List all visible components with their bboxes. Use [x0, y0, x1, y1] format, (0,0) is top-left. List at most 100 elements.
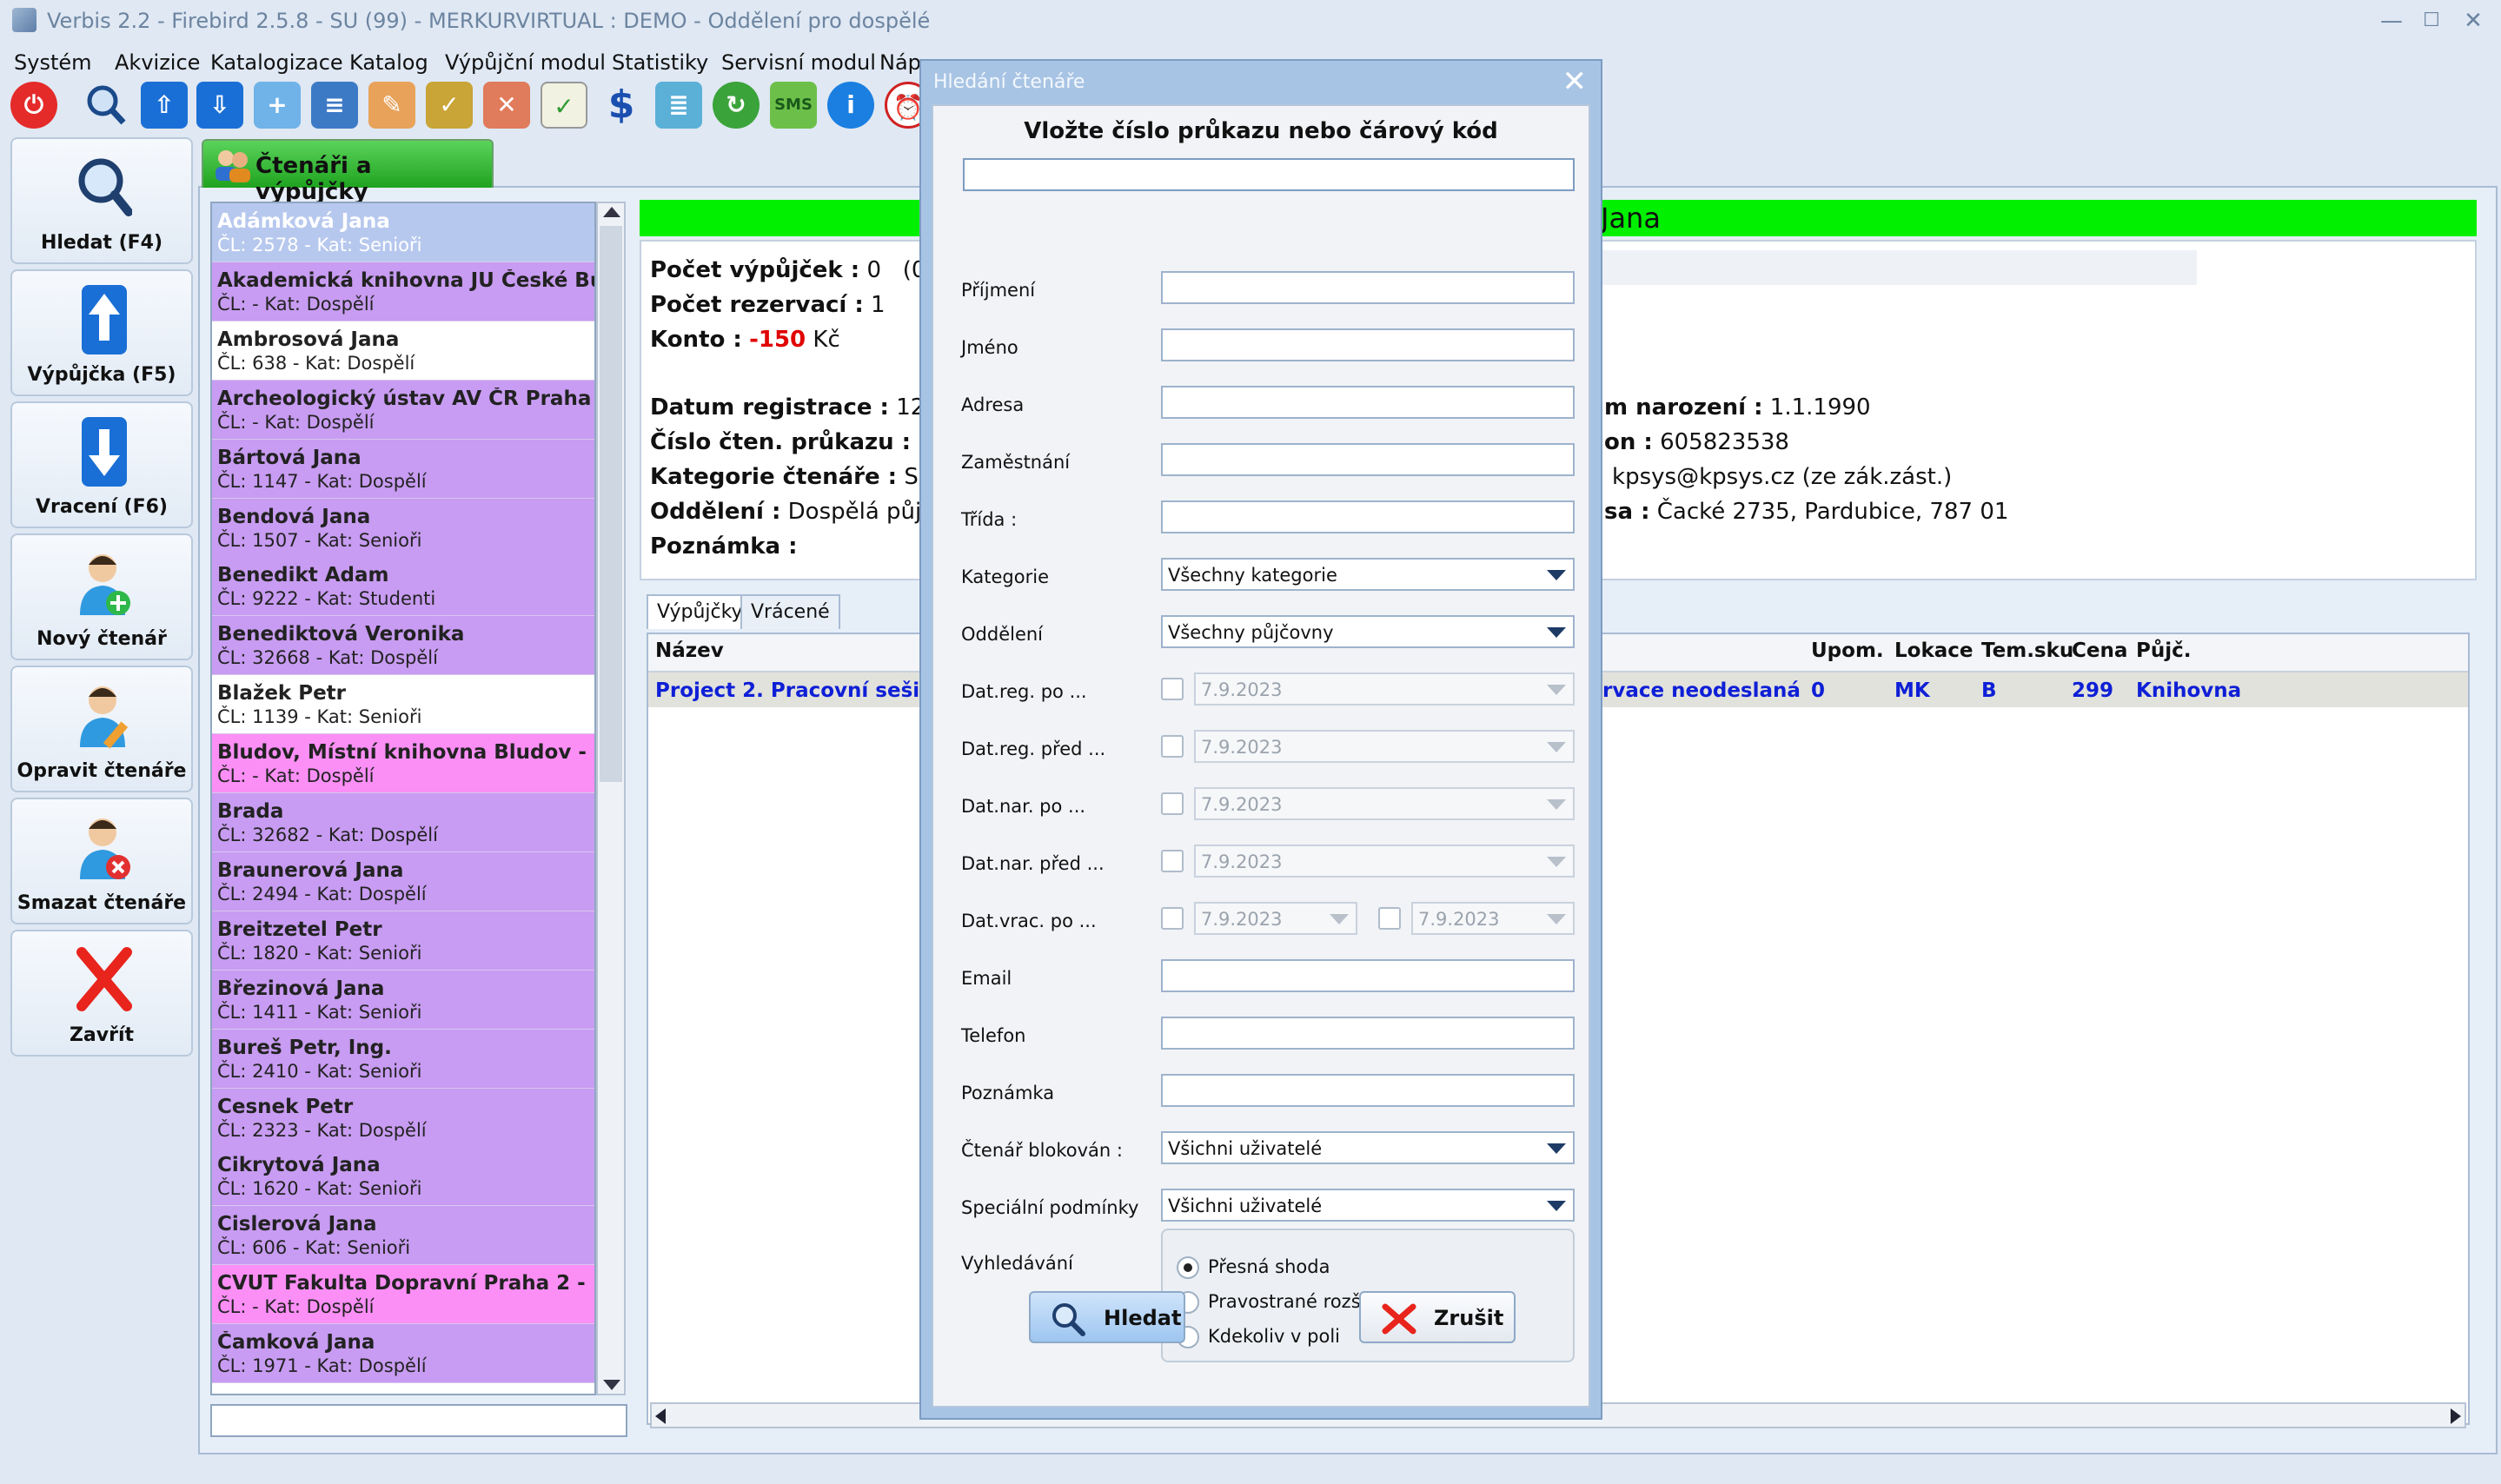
col-upom[interactable]: Upom.: [1811, 639, 1884, 662]
menu-katalog[interactable]: Katalog: [349, 50, 428, 75]
search-icon[interactable]: [82, 82, 129, 129]
radio-exact[interactable]: [1177, 1256, 1199, 1279]
maximize-icon[interactable]: ☐: [2414, 5, 2449, 36]
list-money-icon[interactable]: ≣: [655, 82, 702, 129]
delete-reader-button[interactable]: Smazat čtenáře: [10, 798, 193, 924]
menu-vypujcni-modul[interactable]: Výpůjční modul: [445, 50, 606, 75]
checkbox-icon[interactable]: ✓: [541, 82, 587, 129]
scroll-up-icon[interactable]: [603, 207, 620, 217]
menu-servisni-modul[interactable]: Servisní modul: [721, 50, 876, 75]
col-tem-sku[interactable]: Tem.sku: [1981, 639, 2073, 662]
list-item[interactable]: Březinová Jana ČL: 1411 - Kat: Senioři: [212, 970, 594, 1030]
menu-system[interactable]: Systém: [14, 50, 92, 75]
search-button[interactable]: Hledat (F4): [10, 137, 193, 264]
edit-reader-button[interactable]: Opravit čtenáře: [10, 666, 193, 792]
add-list-icon[interactable]: ≡: [311, 82, 358, 129]
return-button[interactable]: Vracení (F6): [10, 401, 193, 528]
card-number-input[interactable]: [963, 158, 1575, 191]
list-item[interactable]: Akademická knihovna JU České Bud...ČL: -…: [212, 262, 594, 321]
tab-loans[interactable]: Výpůjčky: [647, 594, 753, 629]
minimize-icon[interactable]: —: [2374, 5, 2409, 36]
list-item[interactable]: Bludov, Místní knihovna Bludov - ČL: - Ka…: [212, 734, 594, 794]
list-item[interactable]: Čamková Jana ČL: 1971 - Kat: Dospělí: [212, 1324, 594, 1384]
scroll-thumb[interactable]: [600, 226, 622, 782]
menu-napoveda[interactable]: Náp: [879, 50, 921, 75]
list-item[interactable]: Breitzetel Petr ČL: 1820 - Kat: Senioři: [212, 911, 594, 971]
info-icon[interactable]: i: [827, 82, 874, 129]
new-reader-button[interactable]: Nový čtenář: [10, 533, 193, 660]
dialog-close-icon[interactable]: ✕: [1562, 64, 1588, 99]
scroll-right-icon[interactable]: [2451, 1408, 2461, 1424]
refresh-icon[interactable]: ↻: [713, 82, 760, 129]
return-to-date[interactable]: 7.9.2023: [1411, 902, 1575, 935]
chevron-down-icon: [1547, 742, 1566, 752]
col-lokace[interactable]: Lokace: [1894, 639, 1974, 662]
list-item[interactable]: CVUT Fakulta Dopravní Praha 2 - ČL: - Kat…: [212, 1265, 594, 1325]
add-user-icon[interactable]: +: [254, 82, 301, 129]
dollar-icon[interactable]: $: [598, 82, 645, 129]
list-item[interactable]: Braunerová Jana ČL: 2494 - Kat: Dospělí: [212, 851, 594, 911]
window-close-icon[interactable]: ✕: [2456, 5, 2491, 36]
list-item[interactable]: Cikrytová Jana ČL: 1620 - Kat: Senioři: [212, 1147, 594, 1207]
menu-statistiky[interactable]: Statistiky: [612, 50, 708, 75]
list-item[interactable]: Benedikt Adam ČL: 9222 - Kat: Studenti: [212, 557, 594, 617]
list-item[interactable]: Bendová Jana ČL: 1507 - Kat: Senioři: [212, 498, 594, 558]
scroll-left-icon[interactable]: [655, 1408, 666, 1424]
tab-returned[interactable]: Vrácené: [740, 594, 840, 629]
address-input[interactable]: [1161, 386, 1575, 419]
dialog-search-button[interactable]: Hledat: [1029, 1291, 1185, 1343]
menu-katalogizace[interactable]: Katalogizace: [210, 50, 343, 75]
reader-list[interactable]: Adámková Jana ČL: 2578 - Kat: Senioři Akad…: [210, 202, 596, 1395]
reader-list-scrollbar[interactable]: [596, 202, 626, 1395]
power-icon[interactable]: ⏻: [10, 82, 57, 129]
reg-after-checkbox[interactable]: [1161, 678, 1184, 700]
books-check-icon[interactable]: ✓: [426, 82, 473, 129]
col-cena[interactable]: Cena: [2072, 639, 2127, 662]
reg-before-date[interactable]: 7.9.2023: [1194, 730, 1575, 763]
remove-user-icon[interactable]: ✕: [483, 82, 530, 129]
email-input[interactable]: [1161, 959, 1575, 992]
list-item[interactable]: Benediktová Veronika ČL: 32668 - Kat: Dos…: [212, 616, 594, 676]
reg-after-date[interactable]: 7.9.2023: [1194, 672, 1575, 706]
list-item[interactable]: Bártová Jana ČL: 1147 - Kat: Dospělí: [212, 439, 594, 499]
firstname-input[interactable]: [1161, 328, 1575, 361]
close-button[interactable]: Zavřít: [10, 930, 193, 1057]
col-pujc[interactable]: Půjč.: [2136, 639, 2192, 662]
note-input[interactable]: [1161, 1074, 1575, 1107]
list-item[interactable]: Archeologický ústav AV ČR Praha - ČL: - K…: [212, 380, 594, 440]
sms-icon[interactable]: SMS: [770, 82, 817, 129]
special-select[interactable]: Všichni uživatelé: [1161, 1189, 1575, 1222]
list-item[interactable]: Bureš Petr, Ing. ČL: 2410 - Kat: Senioři: [212, 1029, 594, 1089]
class-input[interactable]: [1161, 500, 1575, 533]
return-to-checkbox[interactable]: [1378, 907, 1401, 930]
list-item[interactable]: Cesnek Petr ČL: 2323 - Kat: Dospělí: [212, 1088, 594, 1148]
dialog-cancel-button[interactable]: Zrušit: [1359, 1291, 1516, 1343]
return-from-date[interactable]: 7.9.2023: [1194, 902, 1357, 935]
reg-before-checkbox[interactable]: [1161, 735, 1184, 758]
birth-after-date[interactable]: 7.9.2023: [1194, 787, 1575, 820]
upload-arrow-icon[interactable]: ⇧: [141, 82, 188, 129]
download-arrow-icon[interactable]: ⇩: [196, 82, 243, 129]
edit-user-icon[interactable]: ✎: [368, 82, 415, 129]
blocked-select[interactable]: Všichni uživatelé: [1161, 1131, 1575, 1164]
list-item[interactable]: Blažek Petr ČL: 1139 - Kat: Senioři: [212, 675, 594, 735]
reader-list-filter-input[interactable]: [210, 1404, 627, 1437]
occupation-input[interactable]: [1161, 443, 1575, 476]
tab-readers-loans[interactable]: Čtenáři a výpůjčky: [202, 139, 494, 205]
birth-after-checkbox[interactable]: [1161, 792, 1184, 815]
phone-input[interactable]: [1161, 1017, 1575, 1050]
menu-akvizice[interactable]: Akvizice: [115, 50, 200, 75]
birth-before-date[interactable]: 7.9.2023: [1194, 845, 1575, 878]
surname-input[interactable]: [1161, 271, 1575, 304]
list-item[interactable]: Brada ČL: 32682 - Kat: Dospělí: [212, 793, 594, 852]
list-item[interactable]: Adámková Jana ČL: 2578 - Kat: Senioři: [212, 203, 594, 262]
list-item[interactable]: Cislerová Jana ČL: 606 - Kat: Senioři: [212, 1206, 594, 1266]
return-from-checkbox[interactable]: [1161, 907, 1184, 930]
col-title[interactable]: Název: [655, 639, 724, 662]
loan-button[interactable]: Výpůjčka (F5): [10, 269, 193, 396]
department-select[interactable]: Všechny půjčovny: [1161, 615, 1575, 648]
birth-before-checkbox[interactable]: [1161, 850, 1184, 872]
list-item[interactable]: Ambrosová Jana ČL: 638 - Kat: Dospělí: [212, 321, 594, 381]
scroll-down-icon[interactable]: [603, 1380, 620, 1390]
category-select[interactable]: Všechny kategorie: [1161, 558, 1575, 591]
